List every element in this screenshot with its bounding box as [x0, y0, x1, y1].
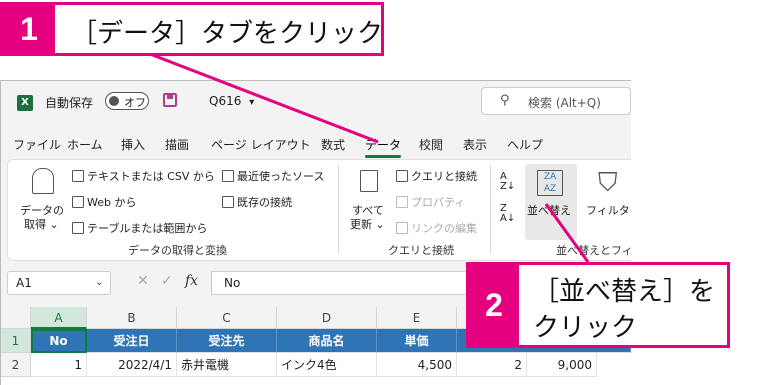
step1-text: ［データ］タブをクリック	[71, 19, 384, 49]
step1-badge: 1	[3, 5, 55, 53]
step2-text-line2: クリック	[533, 313, 638, 343]
callout2-connector	[544, 203, 590, 263]
callout-step2: 2 ［並べ替え］を クリック	[466, 262, 730, 348]
step2-text-line1: ［並べ替え］を	[533, 277, 716, 307]
callout1-connector	[149, 52, 379, 144]
callout-step1: 1 ［データ］タブをクリック	[0, 2, 384, 56]
step2-badge: 2	[469, 265, 519, 345]
